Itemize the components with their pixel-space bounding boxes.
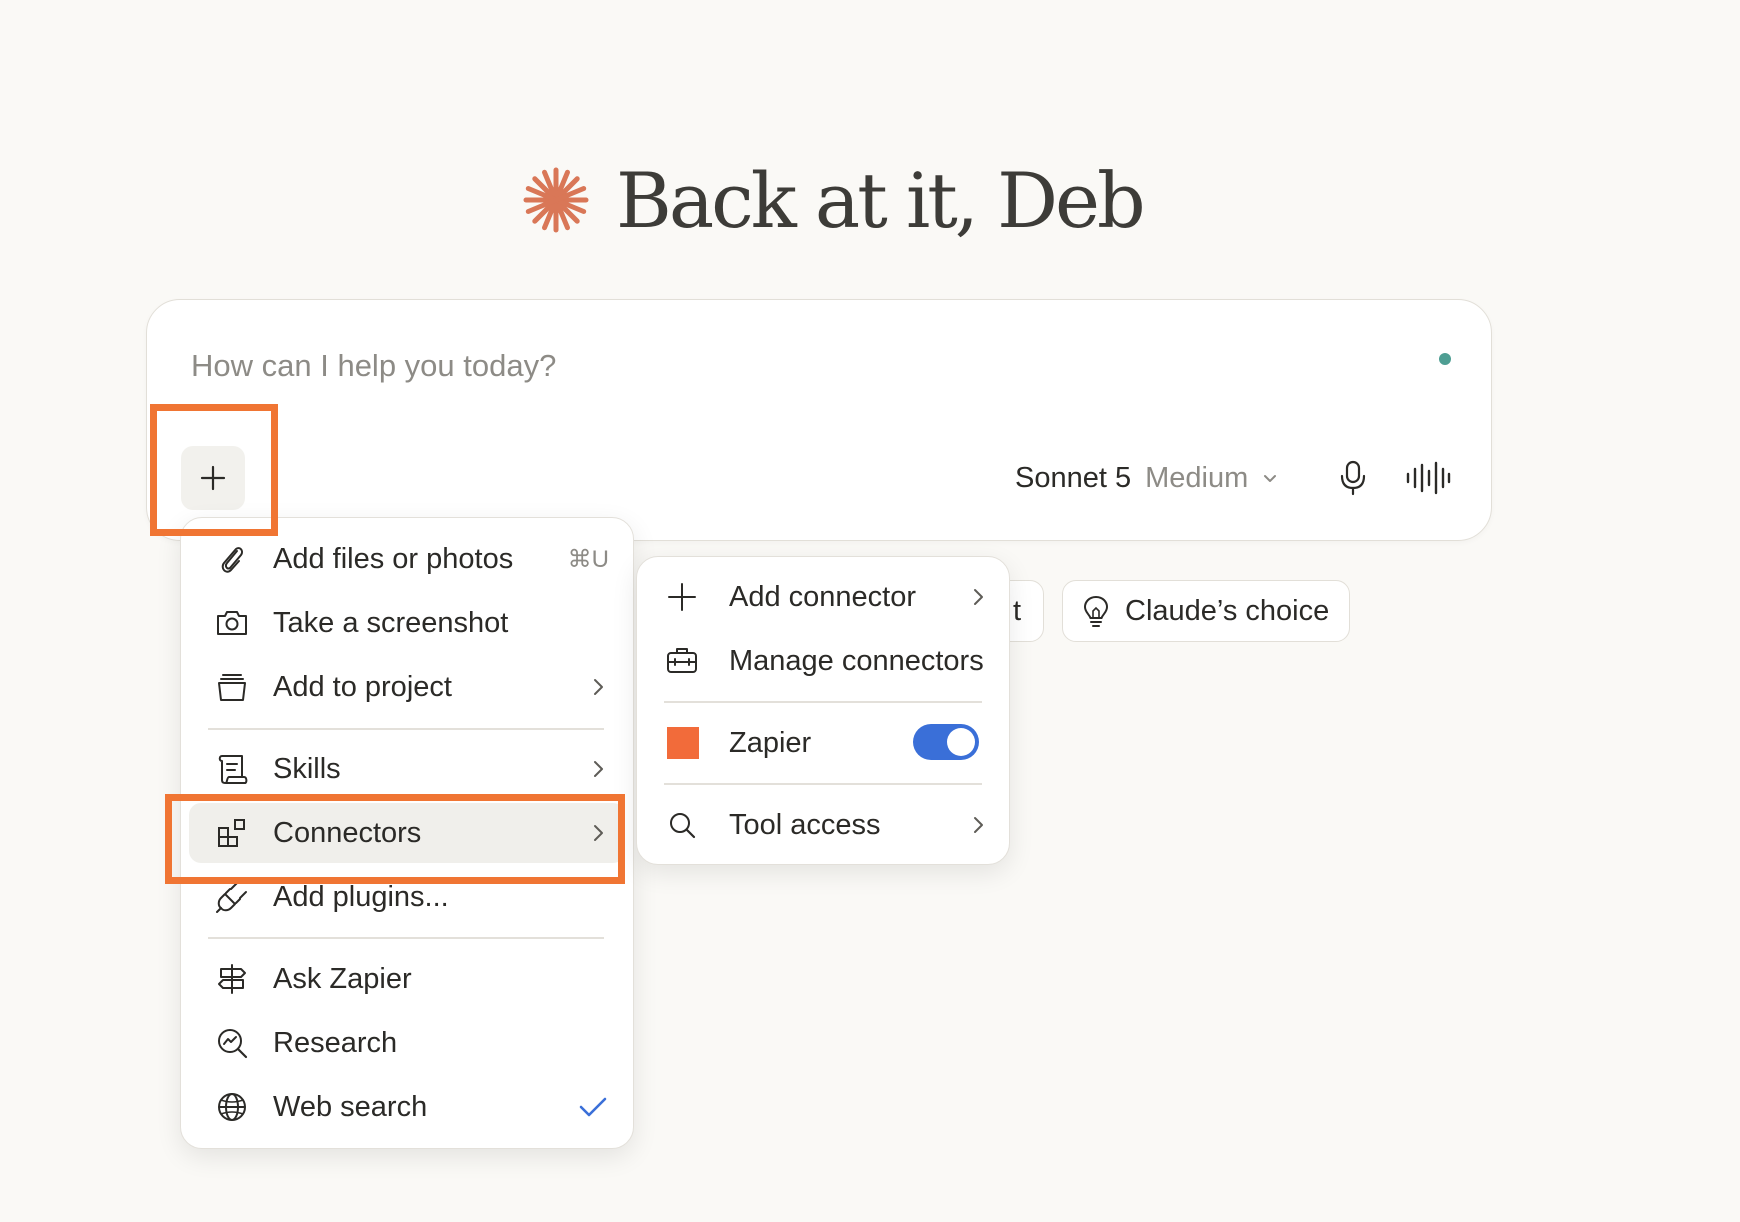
menu-item-take-screenshot[interactable]: Take a screenshot (189, 593, 625, 653)
paperclip-icon (221, 547, 244, 573)
menu-divider (208, 937, 604, 939)
submenu-item-tool-access[interactable]: Tool access (645, 795, 1001, 855)
highlight-box-plus-button (150, 404, 278, 536)
voice-mode-button[interactable] (1405, 458, 1451, 498)
signpost-icon (218, 964, 246, 994)
project-box-icon (218, 674, 246, 701)
camera-icon (217, 611, 247, 635)
greeting: Back at it, Deb (520, 140, 1146, 260)
menu-item-skills[interactable]: Skills (189, 739, 625, 799)
menu-item-label: Take a screenshot (273, 606, 509, 639)
globe-icon (218, 1093, 246, 1121)
chevron-right-icon (594, 761, 603, 777)
microphone-button[interactable] (1333, 458, 1373, 498)
shortcut-hint: ⌘U (567, 545, 609, 573)
zapier-toggle[interactable] (913, 724, 979, 760)
submenu-item-label: Manage connectors (729, 644, 984, 677)
connectors-submenu: Add connector Manage connectors Zapier T… (636, 556, 1010, 865)
chevron-right-icon (974, 817, 983, 833)
submenu-item-label: Tool access (729, 808, 881, 841)
research-icon (218, 1029, 248, 1059)
status-dot (1439, 353, 1451, 365)
checkmark-icon (579, 1097, 607, 1117)
toolbox-icon (667, 648, 697, 673)
suggestion-label: Claude’s choice (1125, 594, 1330, 627)
submenu-divider (664, 783, 982, 785)
submenu-item-zapier[interactable]: Zapier (645, 713, 1001, 773)
scroll-icon (218, 755, 248, 784)
submenu-item-label: Zapier (729, 726, 812, 759)
model-selector[interactable]: Sonnet 5 Medium (1015, 458, 1280, 498)
menu-item-research[interactable]: Research (189, 1013, 625, 1073)
chevron-down-icon (1264, 475, 1277, 482)
composer: Sonnet 5 Medium (146, 299, 1492, 541)
menu-item-add-files[interactable]: Add files or photos ⌘U (189, 529, 625, 589)
menu-item-label: Add plugins... (273, 880, 449, 913)
zapier-icon (667, 727, 699, 759)
microphone-icon (1340, 460, 1366, 496)
page-title: Back at it, Deb (616, 155, 1146, 245)
plug-icon (216, 882, 247, 913)
claudes-choice-chip[interactable]: Claude’s choice (1062, 580, 1350, 642)
menu-item-label: Ask Zapier (273, 962, 412, 995)
menu-item-add-to-project[interactable]: Add to project (189, 657, 625, 717)
model-effort: Medium (1145, 461, 1249, 494)
chevron-right-icon (594, 679, 603, 695)
prompt-input[interactable] (189, 340, 1393, 392)
menu-item-label: Add files or photos (273, 542, 514, 575)
claude-starburst-icon (520, 164, 592, 236)
plus-icon (668, 583, 696, 611)
menu-item-ask-zapier[interactable]: Ask Zapier (189, 949, 625, 1009)
submenu-item-manage-connectors[interactable]: Manage connectors (645, 631, 1001, 691)
menu-item-label: Research (273, 1026, 398, 1059)
highlight-box-connectors (165, 794, 625, 884)
menu-item-label: Web search (273, 1090, 428, 1123)
menu-item-web-search[interactable]: Web search (189, 1077, 625, 1137)
lightbulb-icon (1083, 595, 1109, 627)
submenu-item-add-connector[interactable]: Add connector (645, 567, 1001, 627)
model-name: Sonnet 5 (1015, 461, 1132, 494)
menu-divider (208, 728, 604, 730)
voice-waveform-icon (1406, 461, 1451, 495)
menu-item-label: Skills (273, 752, 341, 785)
menu-item-label: Add to project (273, 670, 452, 703)
chevron-right-icon (974, 589, 983, 605)
search-icon (670, 813, 696, 839)
toggle-knob (947, 728, 975, 756)
submenu-item-label: Add connector (729, 580, 917, 613)
submenu-divider (664, 701, 982, 703)
suggestion-label: t (1012, 594, 1021, 627)
